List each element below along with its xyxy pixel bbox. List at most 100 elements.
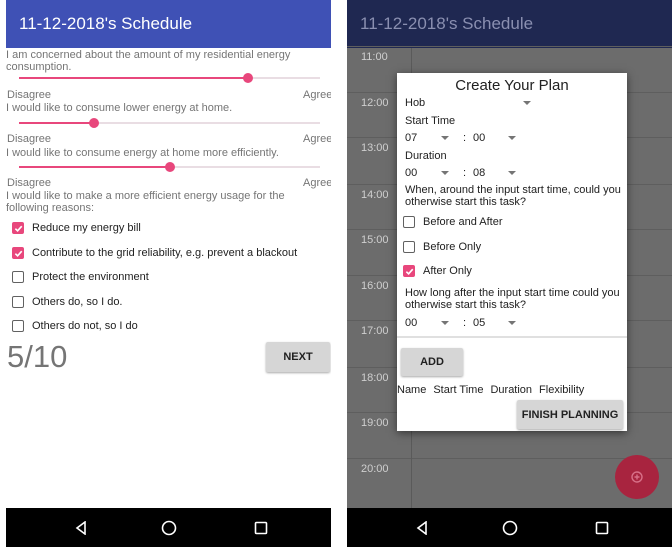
system-nav-bar [347, 508, 672, 547]
recent-apps-icon[interactable] [249, 516, 273, 540]
start-hour-spinner[interactable]: 07 [405, 132, 450, 144]
option-label: Before Only [423, 241, 482, 253]
task-spinner[interactable]: Hob [405, 97, 532, 109]
question-2: I would like to consume lower energy at … [6, 102, 233, 114]
hour-label: 16:00 [361, 280, 389, 292]
option-label: After Only [423, 265, 472, 277]
add-button[interactable]: ADD [401, 348, 463, 376]
dropdown-arrow-icon [523, 101, 532, 105]
scale-max-label: Agree [303, 133, 331, 145]
checkbox-icon[interactable] [12, 271, 24, 283]
create-plan-dialog: Create Your Plan Hob Start Time 07 : 00 … [397, 73, 627, 431]
option-label: Before and After [423, 216, 503, 228]
dropdown-arrow-icon [441, 321, 450, 325]
hour-label: 20:00 [361, 463, 389, 475]
checkbox-checked-icon[interactable] [403, 265, 415, 277]
next-button[interactable]: NEXT [266, 342, 330, 372]
duration-minute-value: 08 [473, 167, 486, 179]
checkbox-icon[interactable] [12, 296, 24, 308]
reason-others-do-not[interactable]: Others do not, so I do [12, 320, 138, 332]
dialog-divider [397, 336, 627, 338]
hour-label: 18:00 [361, 372, 389, 384]
duration-hour-spinner[interactable]: 00 [405, 167, 450, 179]
slider-thumb[interactable] [89, 118, 100, 128]
reason-protect-environment[interactable]: Protect the environment [12, 271, 149, 283]
slider-fill [19, 122, 95, 124]
progress-indicator: 5/10 [7, 339, 68, 374]
after-hour-spinner[interactable]: 00 [405, 317, 450, 329]
reason-label: Others do, so I do. [32, 296, 123, 308]
column-header-name: Name [397, 384, 427, 396]
scale-min-label: Disagree [7, 133, 52, 145]
checkbox-icon[interactable] [403, 216, 415, 228]
after-question: How long after the input start time coul… [405, 287, 620, 311]
reason-label: Protect the environment [32, 271, 149, 283]
column-header-duration: Duration [490, 384, 533, 396]
plan-table-headers: Name Start Time Duration Flexibility [397, 384, 584, 396]
slider-thumb[interactable] [164, 162, 175, 172]
scale-max-label: Agree [303, 177, 331, 189]
home-icon[interactable] [157, 516, 181, 540]
reasons-question: I would like to make a more efficient en… [6, 190, 285, 214]
dropdown-arrow-icon [508, 321, 517, 325]
reason-grid-reliability[interactable]: Contribute to the grid reliability, e.g.… [12, 247, 297, 259]
finish-planning-button[interactable]: FINISH PLANNING [517, 400, 623, 429]
hour-label: 19:00 [361, 417, 389, 429]
start-time-label: Start Time [405, 115, 456, 127]
agreement-slider-3[interactable] [19, 162, 320, 172]
after-hour-value: 00 [405, 317, 418, 329]
option-before-and-after[interactable]: Before and After [403, 216, 503, 228]
scale-min-label: Disagree [7, 177, 52, 189]
column-header-flexibility: Flexibility [539, 384, 585, 396]
checkbox-icon[interactable] [403, 241, 415, 253]
time-separator: : [463, 167, 467, 179]
duration-label: Duration [405, 150, 447, 162]
hour-label: 12:00 [361, 97, 389, 109]
checkbox-checked-icon[interactable] [12, 247, 24, 259]
reason-reduce-bill[interactable]: Reduce my energy bill [12, 222, 141, 234]
app-title: 11-12-2018's Schedule [19, 14, 193, 33]
task-value: Hob [405, 97, 426, 109]
hour-label: 17:00 [361, 325, 389, 337]
after-minute-value: 05 [473, 317, 486, 329]
duration-hour-value: 00 [405, 167, 418, 179]
start-hour-value: 07 [405, 132, 418, 144]
question-1: I am concerned about the amount of my re… [6, 49, 291, 73]
dialog-title: Create Your Plan [455, 77, 569, 94]
slider-fill [19, 77, 248, 79]
scale-max-label: Agree [303, 89, 331, 101]
scale-min-label: Disagree [7, 89, 52, 101]
dropdown-arrow-icon [508, 171, 517, 175]
start-minute-spinner[interactable]: 00 [473, 132, 517, 144]
reason-others-do[interactable]: Others do, so I do. [12, 296, 123, 308]
agreement-slider-2[interactable] [19, 118, 320, 128]
hour-label: 15:00 [361, 234, 389, 246]
survey-screen: 11-12-2018's Schedule I am concerned abo… [6, 0, 331, 547]
back-icon[interactable] [69, 516, 93, 540]
option-after-only[interactable]: After Only [403, 265, 472, 277]
dropdown-arrow-icon [441, 171, 450, 175]
dropdown-arrow-icon [441, 136, 450, 140]
column-header-start-time: Start Time [433, 384, 484, 396]
hour-label: 14:00 [361, 189, 389, 201]
question-3: I would like to consume energy at home m… [6, 147, 279, 159]
option-before-only[interactable]: Before Only [403, 241, 481, 253]
app-title: 11-12-2018's Schedule [360, 14, 534, 33]
app-bar: 11-12-2018's Schedule [6, 0, 331, 48]
system-nav-bar [6, 508, 331, 547]
planning-screen: 11-12-2018's Schedule 11:00 12:00 13:00 … [347, 0, 672, 547]
after-minute-spinner[interactable]: 05 [473, 317, 517, 329]
dropdown-arrow-icon [508, 136, 517, 140]
slider-thumb[interactable] [242, 73, 253, 83]
reason-label: Reduce my energy bill [32, 222, 141, 234]
add-task-fab[interactable] [615, 455, 659, 499]
slider-fill [19, 166, 170, 168]
home-icon[interactable] [498, 516, 522, 540]
checkbox-checked-icon[interactable] [12, 222, 24, 234]
recent-apps-icon[interactable] [590, 516, 614, 540]
duration-minute-spinner[interactable]: 08 [473, 167, 517, 179]
agreement-slider-1[interactable] [19, 73, 320, 83]
back-icon[interactable] [410, 516, 434, 540]
checkbox-icon[interactable] [12, 320, 24, 332]
app-bar: 11-12-2018's Schedule [347, 0, 672, 48]
